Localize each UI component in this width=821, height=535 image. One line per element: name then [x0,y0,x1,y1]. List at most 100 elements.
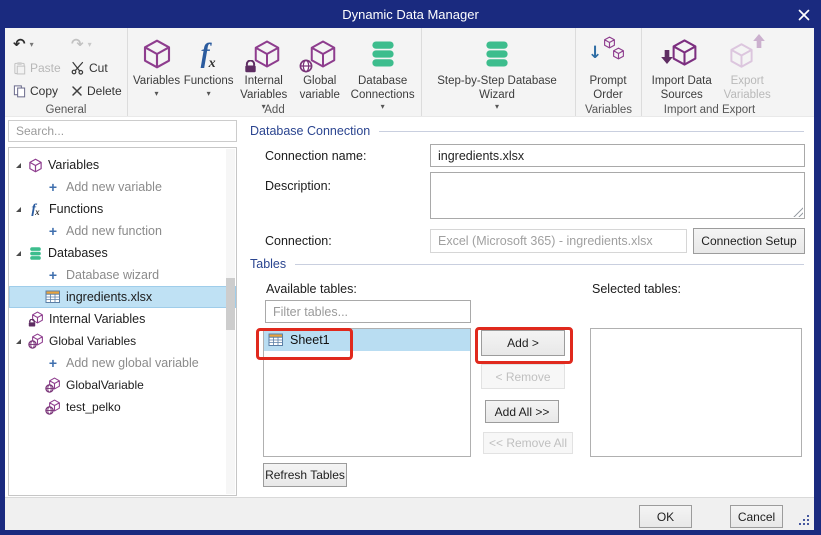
redo-button[interactable]: ↷ ▾ [71,34,133,55]
cancel-button[interactable]: Cancel [730,505,783,528]
add-table-button[interactable]: Add > [481,330,565,356]
database-wizard-icon [482,39,512,69]
connection-label: Connection: [265,234,332,248]
import-data-sources-button[interactable]: Import Data Sources [644,31,719,101]
paste-label: Paste [30,61,61,75]
tree-item-ingredients-xlsx[interactable]: ingredients.xlsx [9,286,236,308]
add-global-variable-button[interactable]: Global variable [293,31,346,101]
export-variables-label: Export Variables [720,75,774,102]
tree-scrollbar-thumb[interactable] [226,278,235,330]
tree-item-label: Databases [48,246,108,260]
import-export-group-label: Import and Export [642,104,777,116]
tables-section-header: Tables [250,257,804,271]
selected-tables-list[interactable] [590,328,802,457]
step-by-step-wizard-button[interactable]: Step-by-Step Database Wizard ▾ [424,31,570,101]
database-connection-panel: Database Connection Connection name: Des… [248,120,806,497]
selected-tables-label: Selected tables: [592,282,681,296]
data-source-tree: Variables + Add new variable fx Function… [8,147,237,496]
refresh-tables-button[interactable]: Refresh Tables [263,463,347,487]
copy-button[interactable]: Copy [13,80,71,101]
tree-item-functions[interactable]: fx Functions [9,198,236,220]
available-table-row-sheet1[interactable]: Sheet1 [264,329,470,351]
ok-button[interactable]: OK [639,505,692,528]
add-database-connections-button[interactable]: Database Connections ▾ [346,31,419,101]
available-tables-label: Available tables: [266,282,357,296]
section-title: Database Connection [250,124,370,138]
expander-icon[interactable] [16,251,21,256]
paste-button[interactable]: Paste [13,57,71,78]
functions-icon: fx [201,40,217,68]
tree-item-variables[interactable]: Variables [9,154,236,176]
database-connections-label: Database Connections [346,75,419,102]
connection-setup-button[interactable]: Connection Setup [693,228,805,254]
undo-button[interactable]: ↶ ▾ [13,34,71,55]
remove-table-button[interactable]: < Remove [481,364,565,389]
tree-item-label: Add new function [66,224,162,238]
tree-item-label: Functions [49,202,103,216]
ribbon-group-general: ↶ ▾ ↷ ▾ Paste Cut [5,28,127,116]
tree-item-add-new-variable[interactable]: + Add new variable [9,176,236,198]
tree-item-label: Internal Variables [49,312,145,326]
ribbon-group-wizard: Step-by-Step Database Wizard ▾ [421,28,575,116]
description-input[interactable] [430,172,805,219]
tree-item-databases[interactable]: Databases [9,242,236,264]
variables-group-label: Variables [576,104,641,116]
tree-item-internal-variables[interactable]: Internal Variables [9,308,236,330]
expander-icon[interactable] [16,163,21,168]
tree-item-database-wizard[interactable]: + Database wizard [9,264,236,286]
wizard-label: Step-by-Step Database Wizard [427,75,567,102]
copy-icon [13,84,26,98]
prompt-order-button[interactable]: ↓ Prompt Order [578,31,638,101]
section-rule [379,131,804,132]
add-internal-variables-button[interactable]: Internal Variables ▾ [234,31,293,101]
internal-variables-label: Internal Variables [234,75,293,102]
dialog-footer [5,497,814,530]
expander-icon[interactable] [16,207,21,212]
tree-item-global-variables[interactable]: Global Variables [9,330,236,352]
copy-label: Copy [30,84,58,98]
tree-item-label: Global Variables [49,334,136,348]
cut-button[interactable]: Cut [71,57,133,78]
ribbon-spacer [777,28,814,116]
filter-tables-input[interactable] [265,300,471,323]
cut-label: Cut [89,61,108,75]
tree-item-add-new-global-variable[interactable]: + Add new global variable [9,352,236,374]
database-icon [28,246,43,261]
connection-readonly-input [430,229,687,253]
add-functions-button[interactable]: fx Functions ▾ [183,31,234,101]
database-connection-section-header: Database Connection [250,124,804,138]
add-all-tables-button[interactable]: Add All >> [485,400,559,423]
title-bar[interactable]: Dynamic Data Manager [0,0,821,28]
delete-icon [71,85,83,97]
ribbon-group-variables: ↓ Prompt Order Variables [575,28,641,116]
connection-name-input[interactable] [430,144,805,167]
globe-icon [299,59,313,73]
ribbon-group-add: Variables ▾ fx Functions ▾ Internal Vari… [127,28,421,116]
tree-item-globalvariable[interactable]: GlobalVariable [9,374,236,396]
description-label: Description: [265,179,331,193]
plus-icon: + [45,355,61,371]
global-variable-icon [45,399,61,415]
cube-small-icon [612,47,625,60]
variables-dropdown-icon: ▾ [155,89,159,99]
delete-button[interactable]: Delete [71,80,133,101]
spreadsheet-icon [45,289,61,305]
prompt-order-label: Prompt Order [583,75,633,102]
tree-item-label: Add new variable [66,180,162,194]
tree-item-add-new-function[interactable]: + Add new function [9,220,236,242]
ribbon-group-import-export: Import Data Sources Export Variables Imp… [641,28,777,116]
available-tables-list[interactable]: Sheet1 [263,328,471,457]
window-resize-grip-icon[interactable] [798,514,811,527]
export-variables-button[interactable]: Export Variables [719,31,775,101]
tree-item-test-pelko[interactable]: test_pelko [9,396,236,418]
remove-all-tables-button[interactable]: << Remove All [483,432,573,454]
search-input[interactable] [8,120,237,142]
tree-item-label: Add new global variable [66,356,199,370]
tree-item-label: Database wizard [66,268,159,282]
ribbon-toolbar: ↶ ▾ ↷ ▾ Paste Cut [5,28,814,117]
global-variable-icon [45,377,61,393]
close-button[interactable] [796,7,811,22]
delete-label: Delete [87,84,122,98]
expander-icon[interactable] [16,339,21,344]
add-variables-button[interactable]: Variables ▾ [130,31,183,101]
